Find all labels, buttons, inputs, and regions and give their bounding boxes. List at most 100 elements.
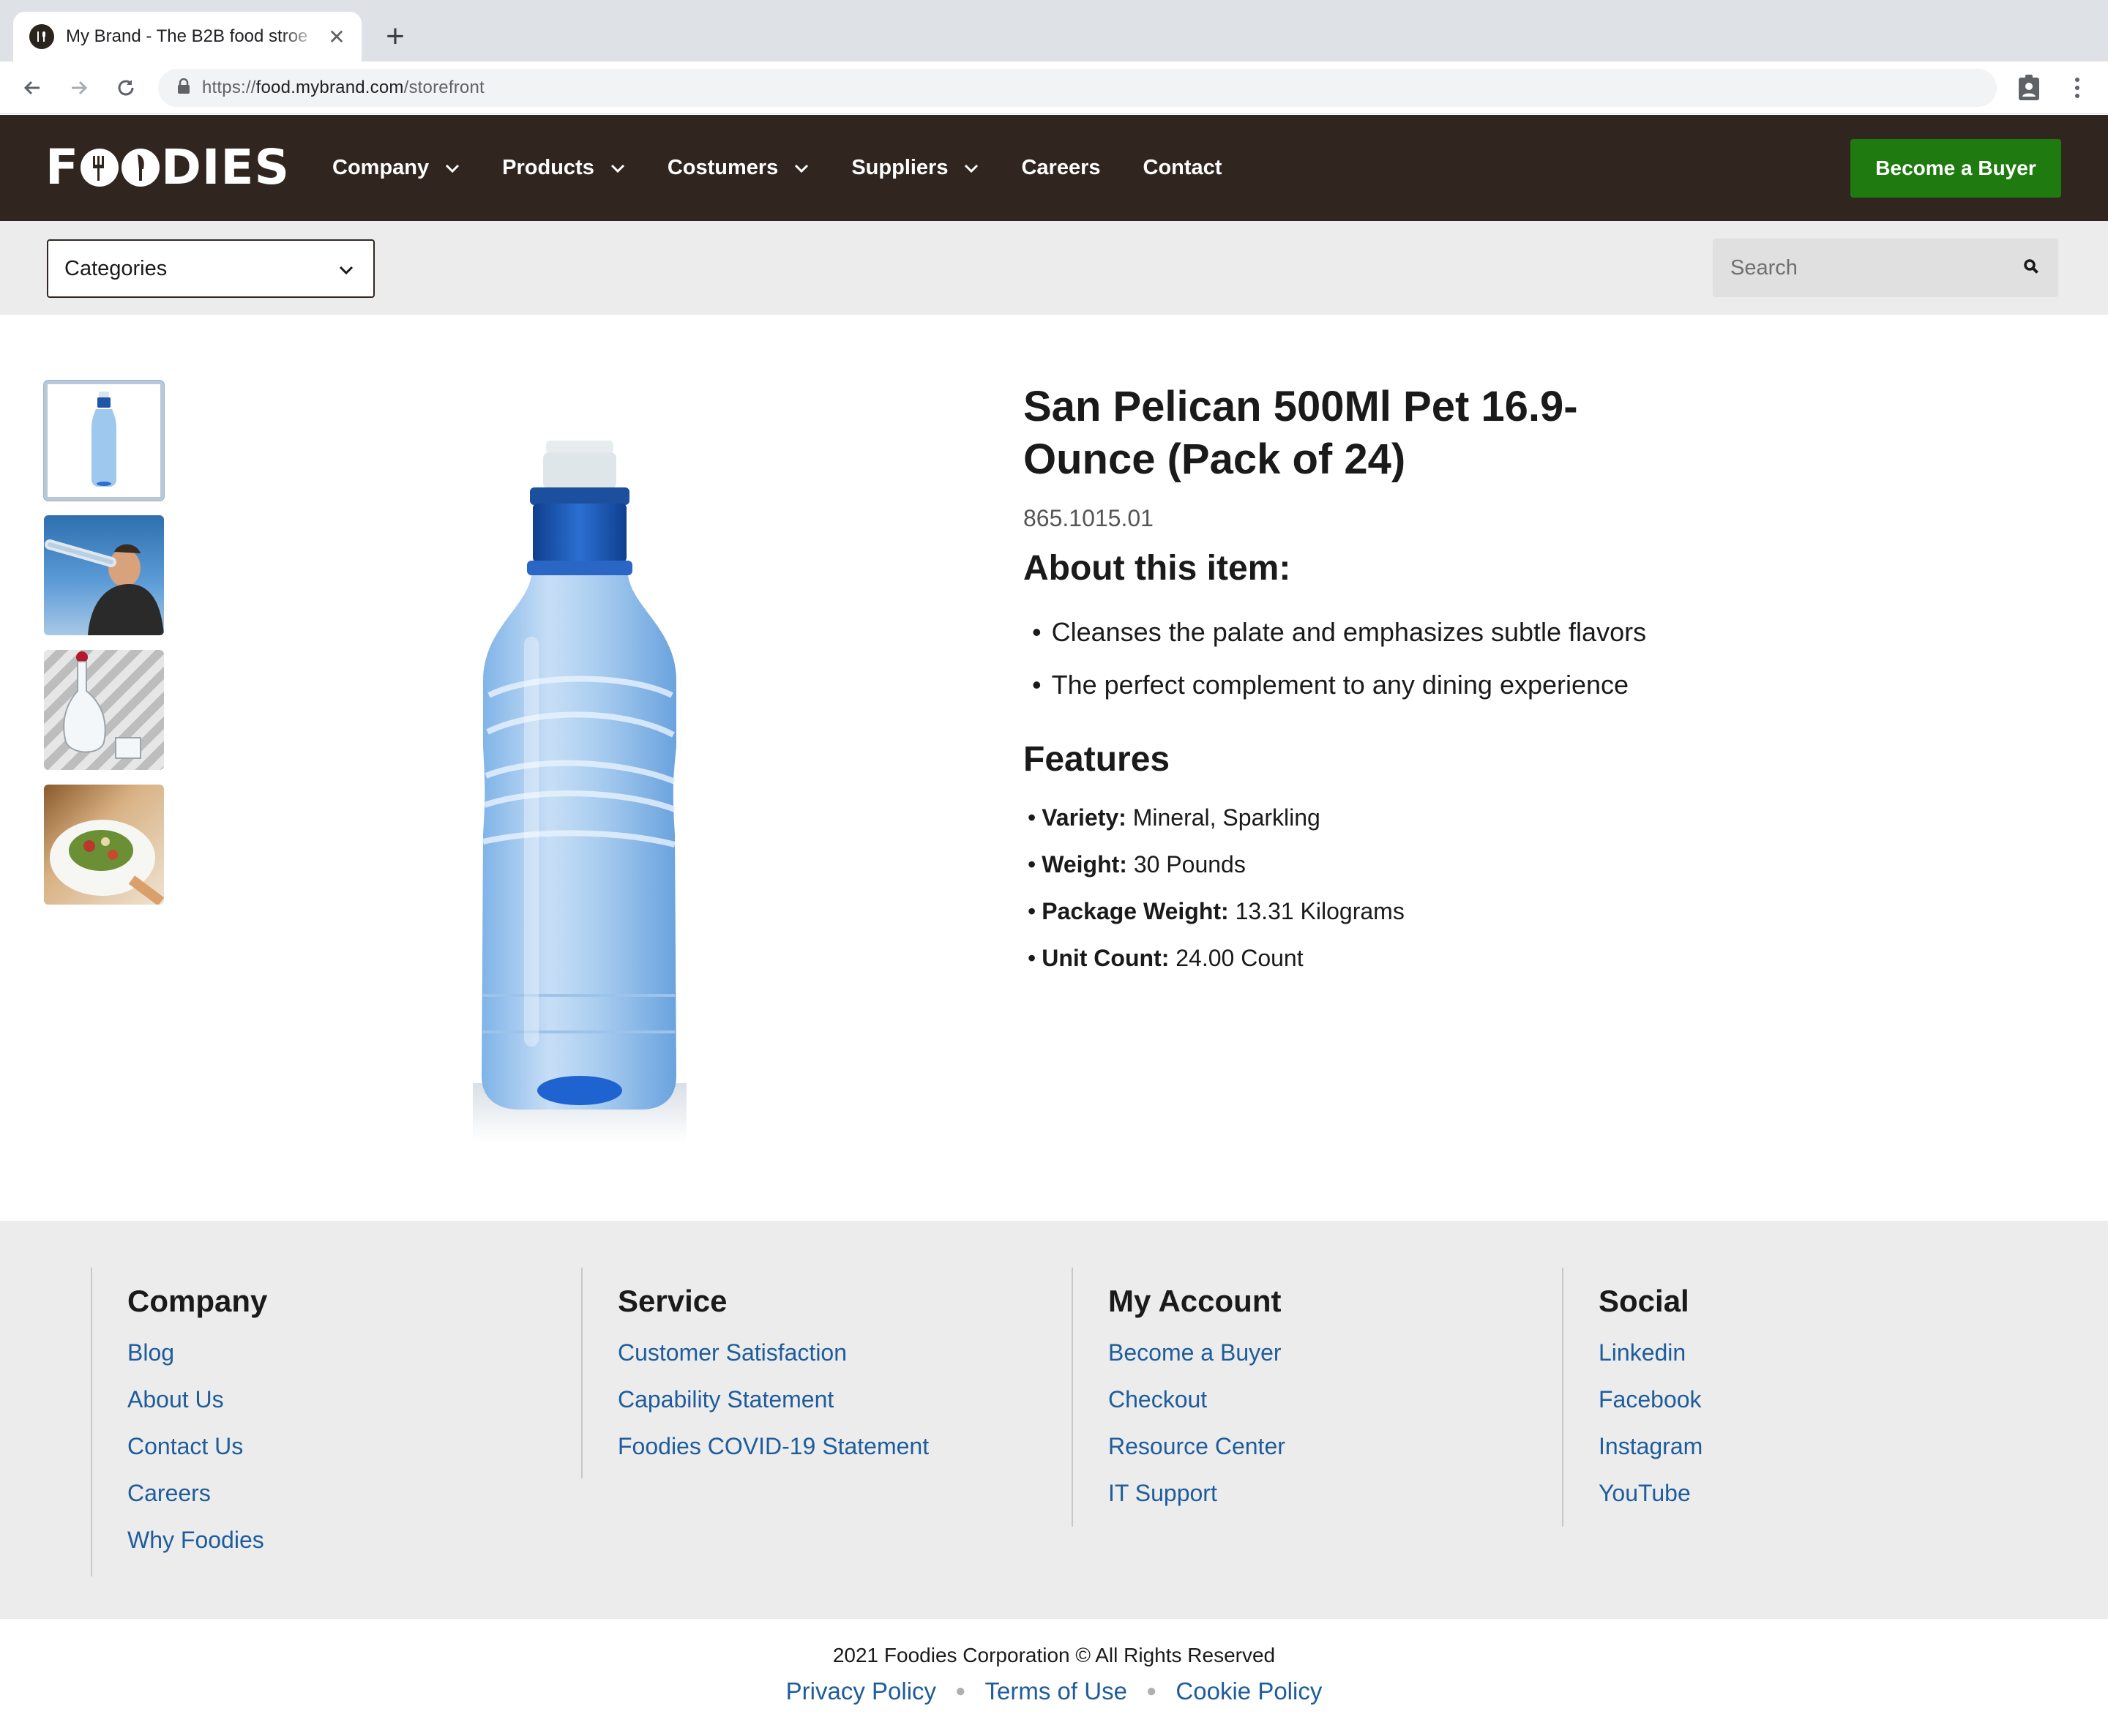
search-input[interactable] [1730,255,1994,280]
separator-dot: ● [955,1681,966,1701]
nav-item-contact[interactable]: Contact [1143,156,1222,180]
search-icon[interactable] [2023,258,2039,278]
profile-badge-icon[interactable] [2014,73,2044,102]
footer-link-about-us[interactable]: About Us [127,1376,267,1423]
nav-item-label: Contact [1143,156,1222,179]
feature-package-weight: Package Weight: 13.31 Kilograms [1023,888,1902,935]
feature-variety: Variety: Mineral, Sparkling [1023,794,1902,841]
feature-label: Weight: [1042,851,1127,878]
footer-link-why-foodies[interactable]: Why Foodies [127,1516,267,1563]
legal-links: Privacy Policy ● Terms of Use ● Cookie P… [0,1677,2108,1705]
url-text: https://food.mybrand.com/storefront [202,78,485,98]
nav-item-label: Costumers [667,156,779,179]
footer-link-customer-satisfaction[interactable]: Customer Satisfaction [618,1329,929,1376]
nav-item-careers[interactable]: Careers [1021,156,1100,180]
fork-spoon-icon [81,149,119,187]
feature-label: Variety: [1042,804,1126,831]
footer-link-linkedin[interactable]: Linkedin [1599,1329,1703,1376]
nav-item-label: Products [502,156,594,179]
footer-link-careers[interactable]: Careers [127,1470,267,1516]
product-thumbnails [44,381,168,919]
site-header: F DIES Company Products Costumers Suppli… [0,115,2108,221]
list-item: The perfect complement to any dining exp… [1023,659,1902,711]
more-menu-icon[interactable] [2063,73,2092,102]
main-product-image [425,395,732,1171]
feature-label: Package Weight: [1042,898,1229,924]
new-tab-icon[interactable]: + [381,16,410,57]
feature-value: 30 Pounds [1133,851,1246,878]
chevron-down-icon [794,161,809,176]
browser-tab[interactable]: My Brand - The B2B food stroe ✕ [13,12,362,61]
nav-item-costumers[interactable]: Costumers [668,156,810,180]
site-footer: Company Blog About Us Contact Us Careers… [0,1221,2108,1619]
chevron-down-icon [964,161,979,176]
nav-item-products[interactable]: Products [502,156,625,180]
search-box [1713,239,2058,297]
nav-item-label: Suppliers [851,156,949,179]
copyright-text: 2021 Foodies Corporation © All Rights Re… [832,1644,1276,1666]
product-sku: 865.1015.01 [1023,505,1154,531]
footer-link-become-a-buyer[interactable]: Become a Buyer [1108,1329,1285,1376]
thumbnail-carafe[interactable] [44,650,164,770]
footer-link-instagram[interactable]: Instagram [1599,1423,1703,1470]
logo-letter-f: F [45,139,80,195]
legal-bar: 2021 Foodies Corporation © All Rights Re… [0,1619,2108,1736]
back-arrow-icon[interactable] [16,72,48,104]
footer-link-covid-statement[interactable]: Foodies COVID-19 Statement [618,1423,929,1470]
feature-value: Mineral, Sparkling [1132,804,1320,831]
product-title: San Pelican 500Ml Pet 16.9-Ounce (Pack o… [1023,383,1578,483]
feature-weight: Weight: 30 Pounds [1023,841,1902,888]
nav-item-label: Careers [1021,156,1101,179]
footer-column-my-account: My Account Become a Buyer Checkout Resou… [1072,1268,1285,1527]
cookie-policy-link[interactable]: Cookie Policy [1176,1677,1322,1705]
thumbnail-bottle[interactable] [44,381,164,501]
thumbnail-man-drinking[interactable] [44,515,164,635]
feature-label: Unit Count: [1042,945,1170,971]
footer-link-youtube[interactable]: YouTube [1599,1470,1703,1516]
categories-label: Categories [64,256,168,280]
become-a-buyer-button[interactable]: Become a Buyer [1850,139,2061,198]
nav-item-suppliers[interactable]: Suppliers [851,156,979,180]
features-heading: Features [1023,740,1170,779]
about-list: Cleanses the palate and emphasizes subtl… [1023,606,1902,711]
footer-link-blog[interactable]: Blog [127,1329,267,1376]
footer-heading: My Account [1108,1284,1282,1318]
browser-toolbar: https://food.mybrand.com/storefront [0,61,2108,114]
main-nav: Company Products Costumers Suppliers Car… [332,115,1264,221]
footer-link-capability-statement[interactable]: Capability Statement [618,1376,929,1423]
forward-arrow-icon[interactable] [63,72,95,104]
category-search-bar: Categories [0,221,2108,315]
nav-item-label: Company [332,156,430,179]
feature-unit-count: Unit Count: 24.00 Count [1023,935,1902,981]
footer-column-social: Social Linkedin Facebook Instagram YouTu… [1562,1268,1703,1527]
thumbnail-salad-plate[interactable] [44,785,164,905]
footer-heading: Social [1599,1284,1689,1318]
url-path: /storefront [403,78,485,97]
address-bar[interactable]: https://food.mybrand.com/storefront [158,69,1997,107]
footer-link-facebook[interactable]: Facebook [1599,1376,1703,1423]
browser-tab-bar: My Brand - The B2B food stroe ✕ + [0,0,2108,61]
foodies-logo[interactable]: F DIES [45,139,290,195]
footer-column-service: Service Customer Satisfaction Capability… [581,1268,929,1478]
lock-icon [177,78,190,98]
nav-item-company[interactable]: Company [332,156,460,180]
categories-dropdown[interactable]: Categories [47,239,375,298]
footer-link-resource-center[interactable]: Resource Center [1108,1423,1285,1470]
foodies-favicon-icon [29,24,54,49]
feature-value: 13.31 Kilograms [1235,898,1405,924]
features-list: Variety: Mineral, Sparkling Weight: 30 P… [1023,794,1902,981]
footer-link-checkout[interactable]: Checkout [1108,1376,1285,1423]
url-scheme: https:// [202,78,256,97]
footer-link-contact-us[interactable]: Contact Us [127,1423,267,1470]
privacy-policy-link[interactable]: Privacy Policy [786,1677,936,1705]
footer-link-it-support[interactable]: IT Support [1108,1470,1285,1516]
knife-icon [122,149,160,187]
about-heading: About this item: [1023,549,1291,588]
reload-icon[interactable] [110,72,142,104]
page: My Brand - The B2B food stroe ✕ + https:… [0,0,2108,1736]
feature-value: 24.00 Count [1176,945,1304,971]
tab-close-icon[interactable]: ✕ [326,25,347,49]
footer-heading: Company [127,1284,268,1318]
product-details: San Pelican 500Ml Pet 16.9-Ounce (Pack o… [1023,381,1902,981]
terms-of-use-link[interactable]: Terms of Use [985,1677,1127,1705]
